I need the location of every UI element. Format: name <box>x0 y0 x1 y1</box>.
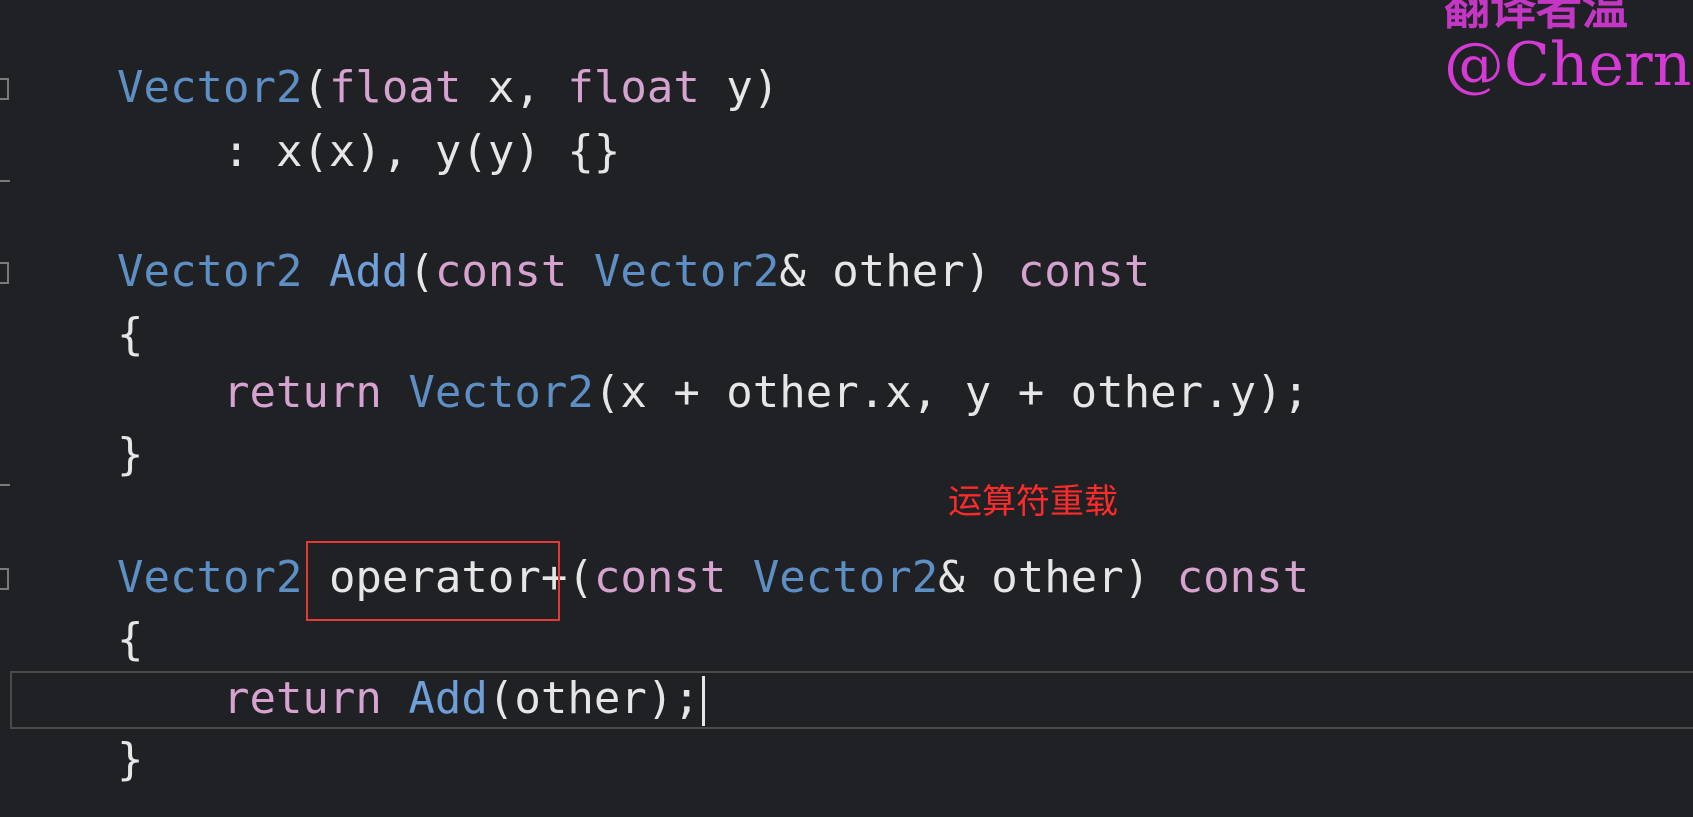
fold-end-marker <box>0 180 10 182</box>
token-punct: ( <box>302 62 329 113</box>
watermark-handle: @Chern <box>1444 30 1692 100</box>
code-line-operator-signature[interactable]: Vector2 operator+(const Vector2& other) … <box>117 548 1309 608</box>
code-line-operator-return[interactable]: return Add(other); <box>117 669 705 729</box>
token-text: (other); <box>487 673 700 724</box>
token-keyword: float <box>328 62 462 113</box>
token-punct: ( <box>408 246 435 297</box>
token-keyword: return <box>117 367 382 418</box>
token-keyword: const <box>593 552 727 603</box>
token-text: (x + other.x, y + other.y); <box>593 367 1310 418</box>
token-punct: { <box>117 614 144 665</box>
token-keyword: const <box>434 246 568 297</box>
code-line-brace-open-2[interactable]: { <box>117 610 144 670</box>
token-text: x, <box>461 62 568 113</box>
token-punct: } <box>117 429 144 480</box>
fold-end-marker <box>0 484 10 486</box>
token-text: y) <box>699 62 780 113</box>
operator-highlight-box <box>306 541 560 621</box>
token-keyword: float <box>567 62 700 113</box>
token-text: : x(x), y(y) {} <box>117 126 621 177</box>
code-line-brace-open[interactable]: { <box>117 305 144 365</box>
code-line-add-return[interactable]: return Vector2(x + other.x, y + other.y)… <box>117 363 1309 423</box>
token-type: Vector2 <box>752 552 939 603</box>
token-punct: { <box>117 309 144 360</box>
token-type: Vector2 <box>408 367 594 418</box>
code-line-brace-close[interactable]: } <box>117 425 144 485</box>
code-line-brace-close-2[interactable]: } <box>117 730 144 790</box>
code-line-add-signature[interactable]: Vector2 Add(const Vector2& other) const <box>117 242 1150 302</box>
code-line-constructor[interactable]: Vector2(float x, float y) <box>117 58 779 118</box>
token-keyword: const <box>1017 246 1151 297</box>
fold-marker[interactable] <box>0 568 9 590</box>
code-line-init-list[interactable]: : x(x), y(y) {} <box>117 122 620 182</box>
token-text: & other) <box>779 246 1018 297</box>
code-editor[interactable]: 翻译者温 @Chern Vector2(float x, float y) : … <box>0 0 1693 817</box>
token-type: Vector2 <box>117 552 303 603</box>
fold-marker[interactable] <box>0 78 9 100</box>
token-function: Add <box>408 673 488 724</box>
token-keyword: return <box>117 673 382 724</box>
token-punct: ( <box>567 552 594 603</box>
token-text: & other) <box>938 552 1177 603</box>
token-punct: } <box>117 734 144 785</box>
token-function: Add <box>328 246 409 297</box>
annotation-label: 运算符重载 <box>948 482 1118 522</box>
token-type: Vector2 <box>117 246 303 297</box>
token-keyword: const <box>1176 552 1310 603</box>
text-cursor <box>701 676 705 726</box>
token-type: Vector2 <box>593 246 780 297</box>
token-type: Vector2 <box>117 62 303 113</box>
fold-marker[interactable] <box>0 262 9 284</box>
